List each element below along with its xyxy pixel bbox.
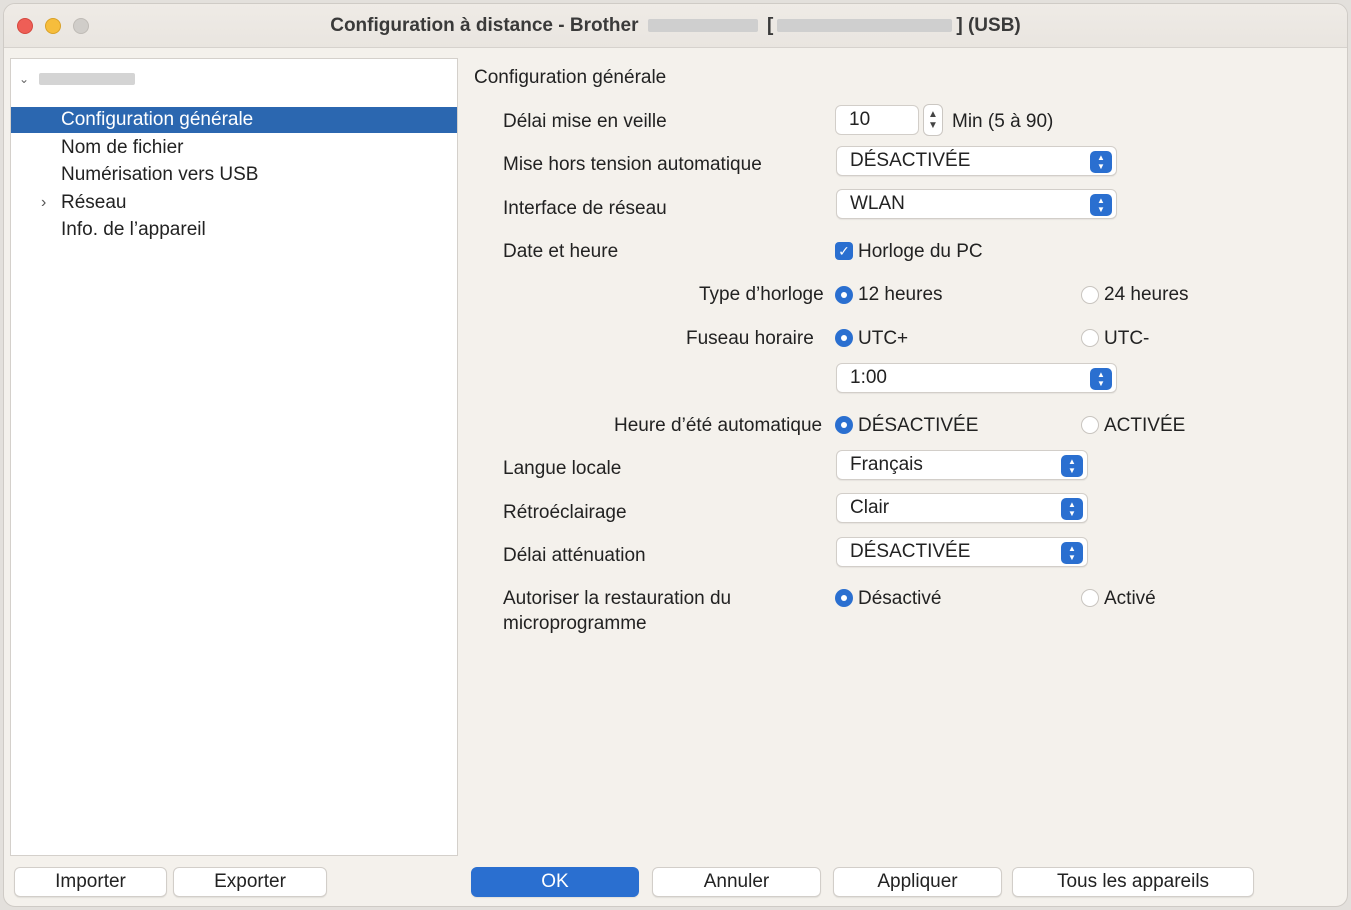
window-title-suffix: ] (USB)	[956, 15, 1021, 36]
backlight-label: Rétroéclairage	[503, 502, 627, 523]
sleep-delay-input[interactable]: 10	[835, 105, 919, 135]
sidebar-item-network[interactable]: › Réseau	[11, 190, 457, 216]
sleep-delay-value: 10	[849, 109, 871, 130]
import-button[interactable]: Importer	[14, 867, 167, 897]
network-interface-value: WLAN	[850, 193, 905, 214]
sleep-delay-label: Délai mise en veille	[503, 111, 667, 132]
firmware-restore-label-line2: microprogramme	[503, 613, 647, 634]
sidebar-item-label: Nom de fichier	[61, 137, 184, 158]
locale-value: Français	[850, 454, 923, 475]
auto-off-label: Mise hors tension automatique	[503, 154, 762, 175]
clock-24h-label: 24 heures	[1104, 284, 1189, 305]
firmware-restore-off-radio[interactable]	[835, 589, 853, 607]
sidebar-item-scan-to-usb[interactable]: Numérisation vers USB	[11, 162, 457, 188]
dst-on-label: ACTIVÉE	[1104, 415, 1186, 436]
panel-title: Configuration générale	[474, 67, 667, 88]
redacted-device-name	[39, 73, 135, 85]
clock-type-label: Type d’horloge	[699, 284, 824, 305]
window-title-bracket: [	[767, 15, 774, 36]
select-arrows-icon: ▲ ▼	[1061, 542, 1083, 564]
cancel-button[interactable]: Annuler	[652, 867, 821, 897]
select-arrows-icon: ▲ ▼	[1090, 151, 1112, 173]
dst-off-radio[interactable]	[835, 416, 853, 434]
title-bar: Configuration à distance - Brother [ ] (U…	[4, 4, 1347, 48]
settings-tree[interactable]: ⌄ Configuration générale Nom de fichier …	[10, 58, 458, 856]
select-arrows-icon: ▲ ▼	[1090, 194, 1112, 216]
stepper-arrows-icon[interactable]: ▲ ▼	[923, 104, 943, 136]
clock-24h-radio[interactable]	[1081, 286, 1099, 304]
network-interface-select[interactable]: WLAN ▲ ▼	[836, 189, 1117, 219]
backlight-select[interactable]: Clair ▲ ▼	[836, 493, 1088, 523]
dim-timer-label: Délai atténuation	[503, 545, 646, 566]
firmware-restore-off-label: Désactivé	[858, 588, 942, 609]
pc-clock-label: Horloge du PC	[858, 241, 983, 262]
auto-off-value: DÉSACTIVÉE	[850, 150, 971, 171]
apply-button[interactable]: Appliquer	[833, 867, 1002, 897]
dst-off-label: DÉSACTIVÉE	[858, 415, 979, 436]
window-title: Configuration à distance - Brother [ ] (U…	[4, 15, 1347, 37]
timezone-label: Fuseau horaire	[686, 328, 814, 349]
select-arrows-icon: ▲ ▼	[1061, 455, 1083, 477]
locale-label: Langue locale	[503, 458, 622, 479]
timezone-offset-value: 1:00	[850, 367, 887, 388]
network-interface-label: Interface de réseau	[503, 198, 667, 219]
redacted-model	[647, 19, 758, 33]
utc-minus-label: UTC-	[1104, 328, 1150, 349]
select-arrows-icon: ▲ ▼	[1090, 368, 1112, 390]
dim-timer-value: DÉSACTIVÉE	[850, 541, 971, 562]
date-time-label: Date et heure	[503, 241, 619, 262]
dst-label: Heure d’été automatique	[614, 415, 823, 436]
sidebar-item-filename[interactable]: Nom de fichier	[11, 135, 457, 161]
dst-on-radio[interactable]	[1081, 416, 1099, 434]
sidebar-item-label: Configuration générale	[61, 109, 254, 130]
locale-select[interactable]: Français ▲ ▼	[836, 450, 1088, 480]
utc-plus-radio[interactable]	[835, 329, 853, 347]
backlight-value: Clair	[850, 497, 890, 518]
pc-clock-checkbox[interactable]: ✓	[835, 242, 853, 260]
utc-minus-radio[interactable]	[1081, 329, 1099, 347]
all-devices-button[interactable]: Tous les appareils	[1012, 867, 1254, 897]
dim-timer-select[interactable]: DÉSACTIVÉE ▲ ▼	[836, 537, 1088, 567]
clock-12h-label: 12 heures	[858, 284, 943, 305]
firmware-restore-on-radio[interactable]	[1081, 589, 1099, 607]
window-title-prefix: Configuration à distance - Brother	[330, 15, 639, 36]
timezone-offset-select[interactable]: 1:00 ▲ ▼	[836, 363, 1117, 393]
ok-button[interactable]: OK	[471, 867, 639, 897]
firmware-restore-label-line1: Autoriser la restauration du	[503, 588, 732, 609]
sidebar-item-label: Réseau	[61, 192, 127, 213]
sidebar-item-label: Info. de l’appareil	[61, 219, 206, 240]
export-button[interactable]: Exporter	[173, 867, 327, 897]
tree-root-device[interactable]: ⌄	[17, 67, 135, 91]
chevron-down-icon[interactable]: ⌄	[17, 72, 31, 86]
sidebar-item-label: Numérisation vers USB	[61, 164, 259, 185]
redacted-serial	[777, 19, 953, 33]
sidebar-item-general[interactable]: Configuration générale	[11, 107, 457, 133]
chevron-right-icon[interactable]: ›	[41, 194, 46, 212]
auto-off-select[interactable]: DÉSACTIVÉE ▲ ▼	[836, 146, 1117, 176]
clock-12h-radio[interactable]	[835, 286, 853, 304]
utc-plus-label: UTC+	[858, 328, 909, 349]
select-arrows-icon: ▲ ▼	[1061, 498, 1083, 520]
sidebar-item-device-info[interactable]: Info. de l’appareil	[11, 217, 457, 243]
sleep-delay-unit: Min (5 à 90)	[952, 111, 1054, 132]
firmware-restore-on-label: Activé	[1104, 588, 1156, 609]
